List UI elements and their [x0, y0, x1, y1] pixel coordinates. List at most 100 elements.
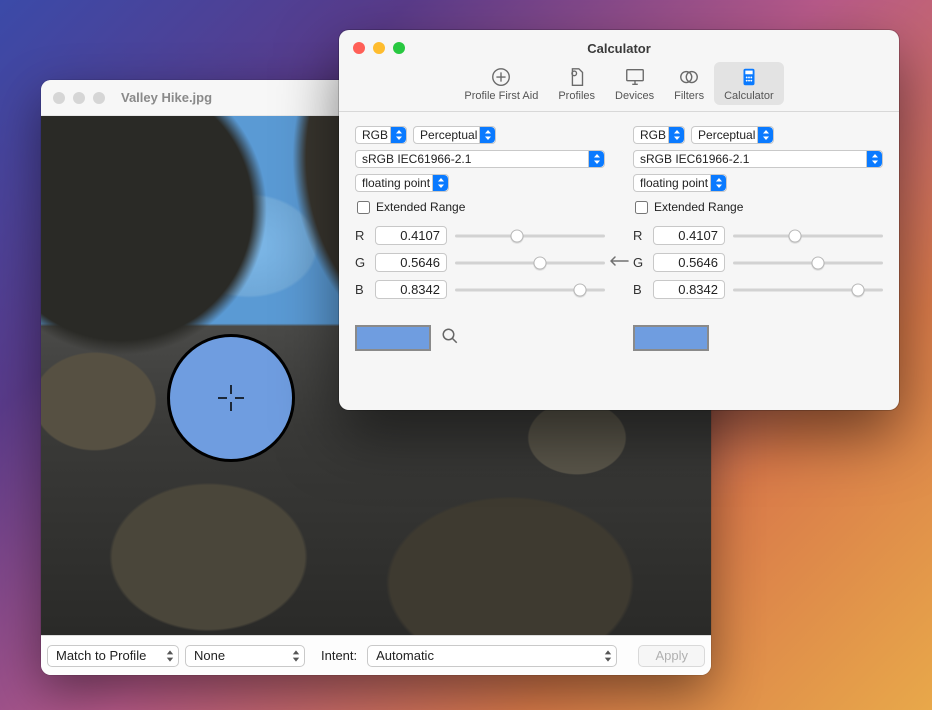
match-mode-select[interactable]: Match to Profile: [47, 645, 179, 667]
toolbar-devices[interactable]: Devices: [605, 62, 664, 105]
slider-thumb[interactable]: [788, 229, 801, 242]
monitor-icon: [624, 66, 646, 88]
document-gear-icon: [566, 66, 588, 88]
eyedropper-button[interactable]: [441, 327, 459, 350]
select-value: Perceptual: [698, 128, 755, 142]
destination-pane: RGB Perceptual sRGB IEC61966-2.1 floating p…: [633, 126, 883, 396]
color-swatch: [633, 325, 709, 351]
color-mode-select[interactable]: RGB: [355, 126, 407, 144]
swatch-row: [355, 325, 605, 351]
source-pane: RGB Perceptual sRGB IEC61966-2.1 floating p…: [355, 126, 605, 396]
channel-r-slider[interactable]: [733, 228, 883, 244]
minimize-button[interactable]: [73, 92, 85, 104]
channel-g-value[interactable]: [653, 253, 725, 272]
destination-profile-select[interactable]: None: [185, 645, 305, 667]
toolbar: Profile First Aid Profiles Devices Filters C…: [339, 58, 899, 111]
close-button[interactable]: [353, 42, 365, 54]
extended-range-checkbox[interactable]: Extended Range: [635, 200, 883, 214]
plus-circle-icon: [490, 66, 512, 88]
channel-g-slider[interactable]: [733, 255, 883, 271]
channel-g-slider[interactable]: [455, 255, 605, 271]
extended-range-input[interactable]: [635, 201, 648, 214]
eyedropper-loupe[interactable]: [167, 334, 295, 462]
stepper-arrows-icon: [432, 175, 448, 191]
channel-row-r: R: [633, 226, 883, 245]
channel-row-g: G: [355, 253, 605, 272]
overlap-circles-icon: [678, 66, 700, 88]
channel-r-value[interactable]: [653, 226, 725, 245]
channel-b-slider[interactable]: [455, 282, 605, 298]
toolbar-calculator[interactable]: Calculator: [714, 62, 784, 105]
swatch-row: [633, 325, 883, 351]
traffic-lights: [353, 42, 405, 54]
extended-range-input[interactable]: [357, 201, 370, 214]
toolbar-profiles[interactable]: Profiles: [548, 62, 605, 105]
color-profile-select[interactable]: sRGB IEC61966-2.1: [633, 150, 883, 168]
channel-b-value[interactable]: [375, 280, 447, 299]
minimize-button[interactable]: [373, 42, 385, 54]
toolbar-label: Filters: [674, 90, 704, 102]
stepper-arrows-icon: [588, 151, 604, 167]
select-value: RGB: [640, 128, 666, 142]
channel-r-slider[interactable]: [455, 228, 605, 244]
apply-button[interactable]: Apply: [638, 645, 705, 667]
slider-thumb[interactable]: [811, 256, 824, 269]
channel-row-b: B: [633, 280, 883, 299]
slider-track: [733, 234, 883, 237]
select-value: floating point: [362, 176, 430, 190]
number-format-select[interactable]: floating point: [355, 174, 449, 192]
channel-b-slider[interactable]: [733, 282, 883, 298]
direction-arrow[interactable]: [605, 126, 633, 396]
select-value: Perceptual: [420, 128, 477, 142]
toolbar-profile-first-aid[interactable]: Profile First Aid: [454, 62, 548, 105]
channel-label: G: [355, 255, 367, 270]
stepper-arrows-icon: [479, 127, 495, 143]
toolbar-label: Profile First Aid: [464, 90, 538, 102]
channel-g-value[interactable]: [375, 253, 447, 272]
toolbar-label: Calculator: [724, 90, 774, 102]
extended-range-checkbox[interactable]: Extended Range: [357, 200, 605, 214]
slider-thumb[interactable]: [852, 283, 865, 296]
image-footer-bar: Match to Profile None Intent: Automatic …: [41, 635, 711, 675]
color-profile-select[interactable]: sRGB IEC61966-2.1: [355, 150, 605, 168]
colorsync-window: Calculator Profile First Aid Profiles Devi…: [339, 30, 899, 410]
channel-row-g: G: [633, 253, 883, 272]
number-format-select[interactable]: floating point: [633, 174, 727, 192]
extended-range-label: Extended Range: [654, 200, 743, 214]
intent-select[interactable]: Automatic: [367, 645, 617, 667]
traffic-lights: [53, 92, 105, 104]
calculator-icon: [738, 66, 760, 88]
calculator-body: RGBPerceptualsRGB IEC61966-2.1floating p…: [339, 112, 899, 410]
slider-track: [733, 261, 883, 264]
toolbar-filters[interactable]: Filters: [664, 62, 714, 105]
close-button[interactable]: [53, 92, 65, 104]
channel-label: B: [633, 282, 645, 297]
crosshair-icon: [216, 383, 246, 413]
color-swatch: [355, 325, 431, 351]
rendering-intent-select[interactable]: Perceptual: [691, 126, 774, 144]
channel-b-value[interactable]: [653, 280, 725, 299]
select-value: sRGB IEC61966-2.1: [362, 152, 471, 166]
stepper-arrows-icon: [757, 127, 773, 143]
intent-label: Intent:: [321, 648, 357, 663]
select-value: RGB: [362, 128, 388, 142]
stepper-arrows-icon: [710, 175, 726, 191]
channel-label: R: [355, 228, 367, 243]
zoom-button[interactable]: [393, 42, 405, 54]
color-mode-select[interactable]: RGB: [633, 126, 685, 144]
window-title: Calculator: [587, 41, 651, 56]
stepper-arrows-icon: [390, 127, 406, 143]
window-title: Valley Hike.jpg: [121, 90, 212, 105]
slider-thumb[interactable]: [574, 283, 587, 296]
slider-track: [455, 261, 605, 264]
select-value: floating point: [640, 176, 708, 190]
zoom-button[interactable]: [93, 92, 105, 104]
slider-thumb[interactable]: [510, 229, 523, 242]
slider-track: [455, 234, 605, 237]
toolbar-label: Devices: [615, 90, 654, 102]
channel-row-b: B: [355, 280, 605, 299]
slider-thumb[interactable]: [533, 256, 546, 269]
channel-r-value[interactable]: [375, 226, 447, 245]
channel-label: R: [633, 228, 645, 243]
rendering-intent-select[interactable]: Perceptual: [413, 126, 496, 144]
